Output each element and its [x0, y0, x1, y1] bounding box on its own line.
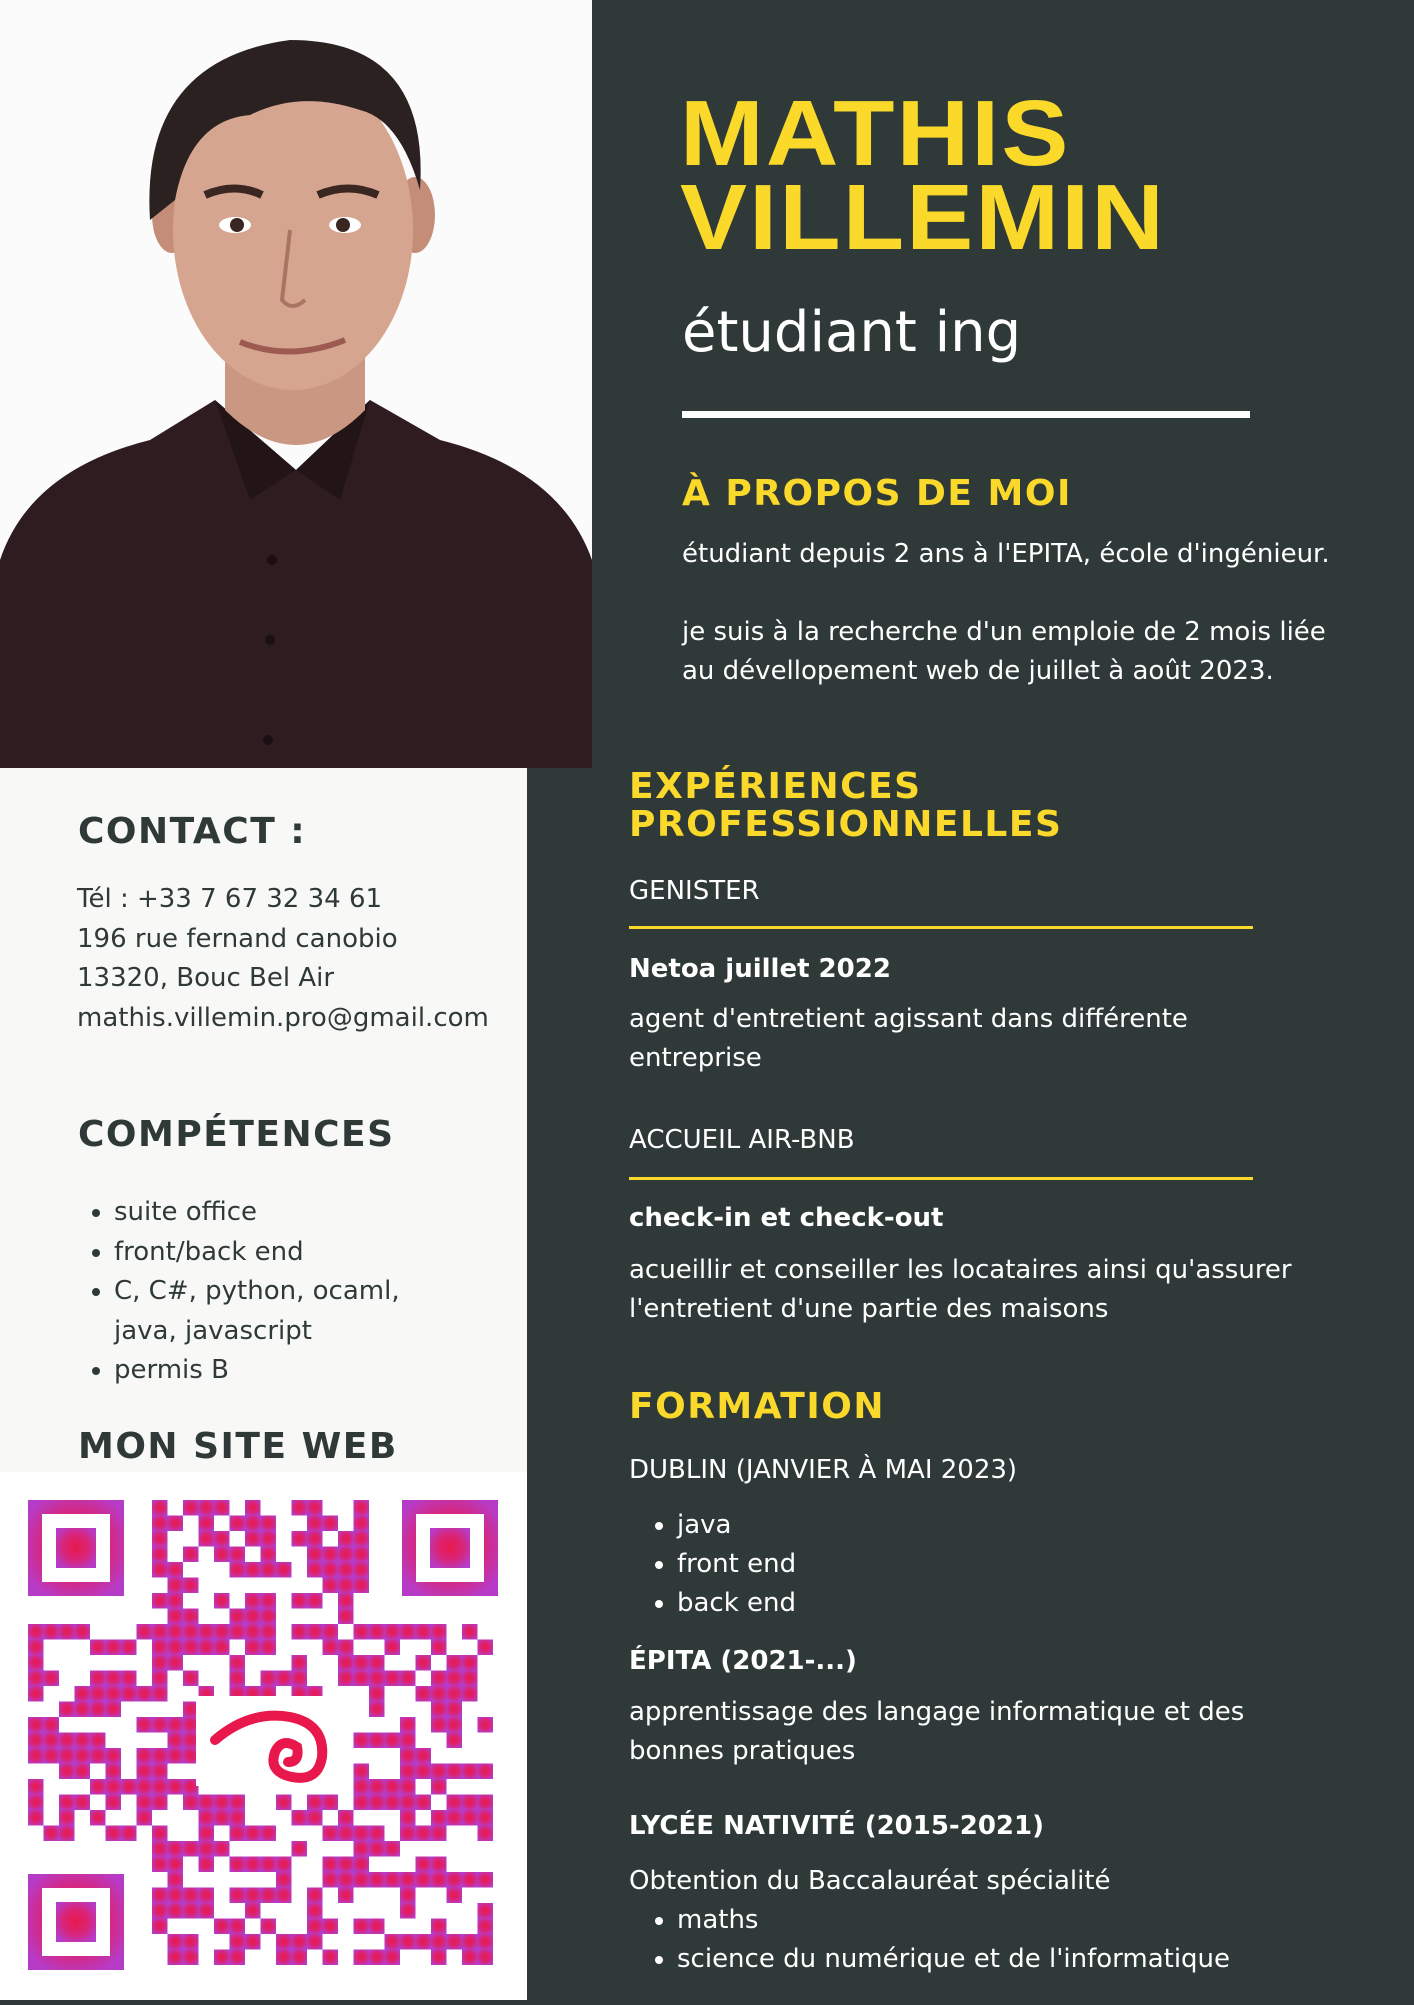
job-role: check-in et check-out — [629, 1203, 944, 1233]
website-qr-code[interactable] — [0, 1472, 527, 2000]
first-name: MATHIS — [680, 81, 1071, 185]
experience-title: EXPÉRIENCES PROFESSIONNELLES — [629, 766, 1063, 845]
education-title: FORMATION — [629, 1386, 885, 1427]
job-company: ACCUEIL AIR-BNB — [629, 1125, 855, 1155]
dublin-item: front end — [677, 1545, 796, 1584]
job-title: étudiant ing — [682, 300, 1022, 365]
lycee-description: Obtention du Baccalauréat spécialité mat… — [629, 1862, 1369, 1979]
contact-address-line-2: 13320, Bouc Bel Air — [77, 963, 335, 993]
job-divider — [629, 926, 1253, 929]
job-description: acueillir et conseiller les locataires a… — [629, 1255, 1292, 1324]
contact-address-line-1: 196 rue fernand canobio — [77, 923, 398, 954]
job-description: agent d'entretient agissant dans différe… — [629, 1004, 1188, 1073]
about-text: étudiant depuis 2 ans à l'EPITA, école d… — [682, 535, 1362, 691]
lycee-item: maths — [677, 1901, 1369, 1940]
dublin-heading: DUBLIN (JANVIER À MAI 2023) — [629, 1455, 1018, 1485]
skill-item: suite office — [114, 1193, 504, 1233]
profile-photo — [0, 0, 592, 768]
about-title: À PROPOS DE MOI — [682, 473, 1072, 514]
about-paragraph: étudiant depuis 2 ans à l'EPITA, école d… — [682, 539, 1330, 569]
skills-list: suite office front/back end C, C#, pytho… — [64, 1193, 504, 1391]
skill-item: front/back end — [114, 1233, 504, 1273]
contact-phone: Tél : +33 7 67 32 34 61 — [77, 884, 383, 914]
job-divider — [629, 1177, 1253, 1180]
skill-item: C, C#, python, ocaml,java, javascript — [114, 1272, 504, 1351]
header-divider — [682, 411, 1250, 418]
website-title: MON SITE WEB — [78, 1426, 398, 1467]
skills-title: COMPÉTENCES — [78, 1114, 395, 1155]
job-company: GENISTER — [629, 876, 760, 906]
last-name: VILLEMIN — [680, 165, 1166, 269]
contact-info: Tél : +33 7 67 32 34 61 196 rue fernand … — [77, 880, 489, 1038]
dublin-list: java front end back end — [629, 1506, 796, 1623]
lycee-heading: LYCÉE NATIVITÉ (2015-2021) — [629, 1811, 1044, 1841]
qr-code-graphic[interactable] — [0, 1472, 527, 2000]
dublin-item: back end — [677, 1584, 796, 1623]
about-paragraph: je suis à la recherche d'un emploie de 2… — [682, 617, 1326, 647]
about-paragraph: au dévellopement web de juillet à août 2… — [682, 656, 1274, 686]
dublin-item: java — [677, 1506, 796, 1545]
contact-title: CONTACT : — [78, 811, 307, 852]
skill-item: permis B — [114, 1351, 504, 1391]
epita-description: apprentissage des langage informatique e… — [629, 1697, 1245, 1766]
lycee-item: science du numérique et de l'informatiqu… — [677, 1940, 1369, 1979]
epita-heading: ÉPITA (2021-...) — [629, 1646, 857, 1676]
job-role: Netoa juillet 2022 — [629, 954, 891, 984]
portrait-illustration — [0, 0, 592, 768]
contact-email: mathis.villemin.pro@gmail.com — [77, 1002, 489, 1033]
